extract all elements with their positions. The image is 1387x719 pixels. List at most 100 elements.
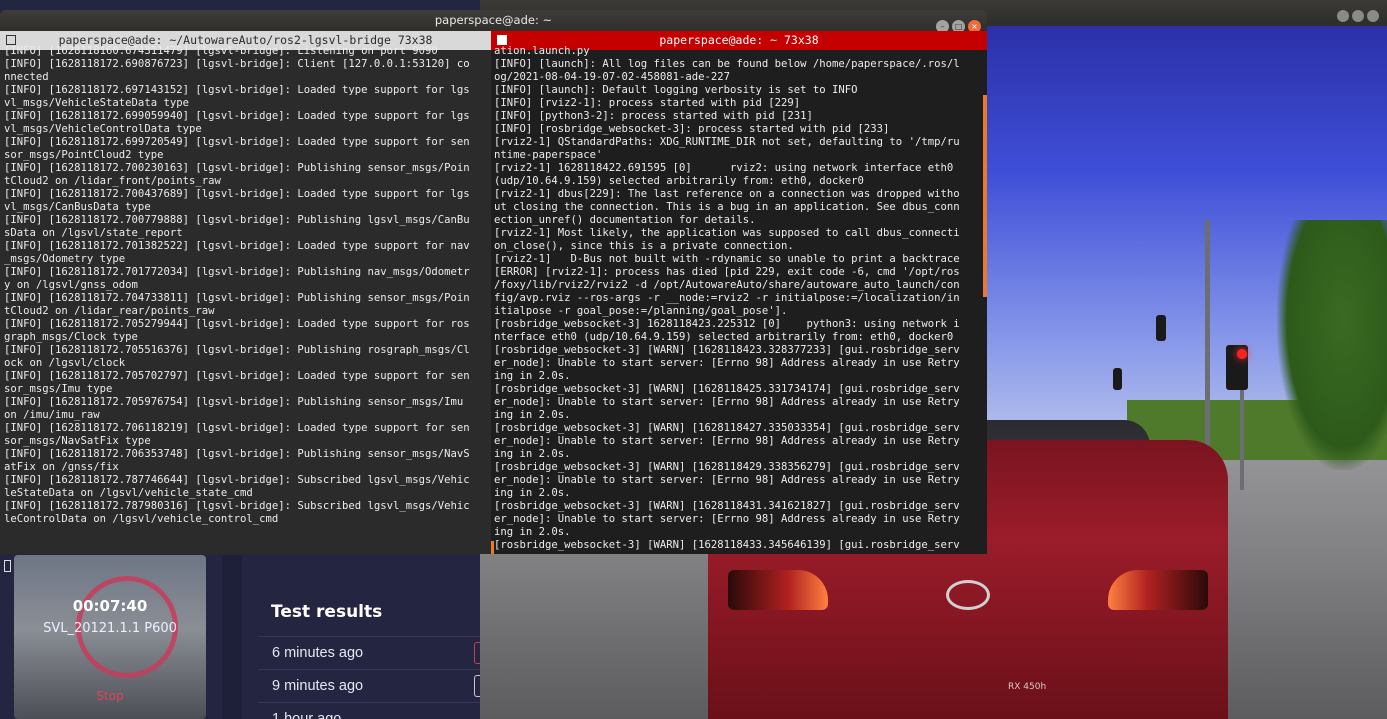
- terminal-line: [INFO] [1628118172.704733811] [lgsvl-bri…: [4, 292, 470, 304]
- terminal-line: [INFO] [1628118172.699059940] [lgsvl-bri…: [4, 110, 470, 122]
- terminal-line: leStateData on /lgsvl/vehicle_state_cmd: [4, 487, 253, 499]
- test-results-panel: Test results 6 minutes ago 9 minutes ago…: [258, 590, 480, 719]
- terminal-line: [rosbridge_websocket-3] 1628118423.22531…: [494, 318, 960, 330]
- scrollbar[interactable]: [983, 95, 987, 297]
- scene-tree: [1277, 220, 1387, 470]
- terminal-line: itialpose -r goal_pose:=/planning/goal_p…: [494, 305, 788, 317]
- terminal-line: [INFO] [1628118172.787980316] [lgsvl-bri…: [4, 500, 470, 512]
- car-model-badge: RX 450h: [1008, 682, 1047, 692]
- terminal-grid-icon[interactable]: [497, 35, 507, 45]
- test-result-time: 6 minutes ago: [272, 645, 364, 661]
- stop-button[interactable]: Stop: [14, 689, 206, 703]
- panel-divider: [222, 555, 242, 719]
- terminal-cursor: [4, 560, 11, 572]
- terminal-line: sor_msgs/Imu type: [4, 383, 113, 395]
- test-result-item[interactable]: 1 hour ago: [258, 702, 480, 719]
- terminal-window-title: paperspace@ade: ~: [434, 13, 553, 27]
- terminal-line: _msgs/Odometry type: [4, 253, 126, 265]
- terminal-line: ut closing the connection. This is a bug…: [494, 201, 960, 213]
- terminal-line: ing in 2.0s.: [494, 370, 571, 382]
- car-taillight-right: [1108, 570, 1208, 610]
- terminal-output: [INFO] [1628118160.674311479] [lgsvl-bri…: [4, 45, 470, 526]
- terminal-line: [rosbridge_websocket-3] [WARN] [16281184…: [494, 344, 960, 356]
- terminal-line: [rviz2-1] 1628118422.691595 [0] rviz2: u…: [494, 162, 954, 174]
- car-taillight-left: [728, 570, 828, 610]
- test-result-item[interactable]: 9 minutes ago: [258, 669, 480, 702]
- terminal-line: [INFO] [1628118172.700779888] [lgsvl-bri…: [4, 214, 470, 226]
- minimize-icon[interactable]: [1337, 10, 1349, 22]
- terminal-line: [INFO] [1628118172.705516376] [lgsvl-bri…: [4, 344, 470, 356]
- terminal-line: [INFO] [1628118160.674311479] [lgsvl-bri…: [4, 45, 438, 57]
- traffic-light: [1156, 315, 1166, 341]
- terminal-line: vl_msgs/CanBusData type: [4, 201, 151, 213]
- terminal-line: [INFO] [launch]: Default logging verbosi…: [494, 84, 858, 96]
- terminal-line: sData on /lgsvl/state_report: [4, 227, 183, 239]
- desktop: 00:07:40 SVL_20121.1.1 P600 Stop Test re…: [0, 0, 1387, 719]
- terminal-line: [INFO] [1628118172.787746644] [lgsvl-bri…: [4, 474, 470, 486]
- terminal-line: ing in 2.0s.: [494, 409, 571, 421]
- terminal-line: [INFO] [1628118172.701772034] [lgsvl-bri…: [4, 266, 470, 278]
- terminal-line: on /imu/imu_raw: [4, 409, 100, 421]
- terminal-line: ock on /lgsvl/clock: [4, 357, 126, 369]
- terminal-line: er_node]: Unable to start server: [Errno…: [494, 513, 960, 525]
- terminal-line: [rviz2-1] Most likely, the application w…: [494, 227, 960, 239]
- terminal-line: [INFO] [python3-2]: process started with…: [494, 110, 813, 122]
- traffic-light: [1113, 368, 1122, 390]
- terminal-line: leControlData on /lgsvl/vehicle_control_…: [4, 513, 279, 525]
- terminal-line: [rosbridge_websocket-3] [WARN] [16281184…: [494, 539, 960, 551]
- terminal-line: y on /lgsvl/gnss_odom: [4, 279, 138, 291]
- terminal-line: [rviz2-1] dbus[229]: The last reference …: [494, 188, 960, 200]
- test-results-title: Test results: [271, 602, 383, 622]
- terminal-line: fig/avp.rviz --ros-args -r __node:=rviz2…: [494, 292, 960, 304]
- terminal-window-titlebar[interactable]: paperspace@ade: ~ – □ ×: [0, 10, 987, 33]
- test-result-time: 9 minutes ago: [272, 678, 364, 694]
- terminal-line: [rosbridge_websocket-3] [WARN] [16281184…: [494, 422, 960, 434]
- terminal-line: vl_msgs/VehicleStateData type: [4, 97, 189, 109]
- terminal-line: [INFO] [1628118172.700230163] [lgsvl-bri…: [4, 162, 470, 174]
- red-light-icon: [1237, 349, 1247, 359]
- terminal-line: atFix on /gnss/fix: [4, 461, 119, 473]
- terminal-line: sor_msgs/NavSatFix type: [4, 435, 151, 447]
- terminal-line: [rosbridge_websocket-3] [WARN] [16281184…: [494, 383, 960, 395]
- terminal-line: [ERROR] [rviz2-1]: process has died [pid…: [494, 266, 960, 278]
- terminal-line: [INFO] [rviz2-1]: process started with p…: [494, 97, 801, 109]
- terminal-line: [INFO] [1628118172.705279944] [lgsvl-bri…: [4, 318, 470, 330]
- terminal-line: er_node]: Unable to start server: [Errno…: [494, 435, 960, 447]
- terminal-line: on_close(), since this is a private conn…: [494, 240, 794, 252]
- lexus-logo-icon: [946, 580, 990, 610]
- terminal-line: [INFO] [1628118172.705976754] [lgsvl-bri…: [4, 396, 470, 408]
- terminal-line: [rviz2-1] QStandardPaths: XDG_RUNTIME_DI…: [494, 136, 960, 148]
- terminal-line: tCloud2 on /lidar_front/points_raw: [4, 175, 221, 187]
- close-icon[interactable]: [1367, 10, 1379, 22]
- simulation-name: SVL_20121.1.1 P600: [43, 621, 177, 636]
- simulator-window-controls: [1334, 7, 1379, 26]
- simulation-card[interactable]: 00:07:40 SVL_20121.1.1 P600 Stop: [14, 555, 206, 719]
- pane-activity-marker: [491, 541, 494, 554]
- terminal-line: og/2021-08-04-19-07-02-458081-ade-227: [494, 71, 730, 83]
- terminal-line: vl_msgs/VehicleControlData type: [4, 123, 202, 135]
- terminal-line: [INFO] [1628118172.706118219] [lgsvl-bri…: [4, 422, 470, 434]
- terminal-line: [INFO] [rosbridge_websocket-3]: process …: [494, 123, 890, 135]
- terminal-line: (udp/10.64.9.159) selected arbitrarily f…: [494, 175, 864, 187]
- terminal-line: graph_msgs/Clock type: [4, 331, 138, 343]
- terminal-pane-left[interactable]: paperspace@ade: ~/AutowareAuto/ros2-lgsv…: [0, 31, 491, 572]
- terminal-pane-right[interactable]: paperspace@ade: ~ 73x38 ation.launch.py[…: [491, 31, 987, 554]
- terminal-line: er_node]: Unable to start server: [Errno…: [494, 357, 960, 369]
- terminal-line: [INFO] [1628118172.697143152] [lgsvl-bri…: [4, 84, 470, 96]
- terminal-line: [INFO] [launch]: All log files can be fo…: [494, 58, 960, 70]
- terminal-line: er_node]: Unable to start server: [Errno…: [494, 474, 960, 486]
- terminal-line: ation.launch.py: [494, 45, 590, 57]
- terminal-line: [rviz2-1] D-Bus not built with -rdynamic…: [494, 253, 960, 265]
- terminal-line: [INFO] [1628118172.701382522] [lgsvl-bri…: [4, 240, 470, 252]
- terminal-line: [INFO] [1628118172.706353748] [lgsvl-bri…: [4, 448, 470, 460]
- terminal-line: nterface eth0 (udp/10.64.9.159) selected…: [494, 331, 954, 343]
- terminal-grid-icon[interactable]: [6, 35, 16, 45]
- terminal-line: sor_msgs/PointCloud2 type: [4, 149, 164, 161]
- terminal-line: ing in 2.0s.: [494, 487, 571, 499]
- simulation-timer: 00:07:40: [72, 597, 148, 615]
- test-results-list: 6 minutes ago 9 minutes ago 1 hour ago: [258, 636, 480, 719]
- terminal-line: [INFO] [1628118172.699720549] [lgsvl-bri…: [4, 136, 470, 148]
- maximize-icon[interactable]: [1352, 10, 1364, 22]
- terminal-line: tCloud2 on /lidar_rear/points_raw: [4, 305, 215, 317]
- test-result-item[interactable]: 6 minutes ago: [258, 636, 480, 669]
